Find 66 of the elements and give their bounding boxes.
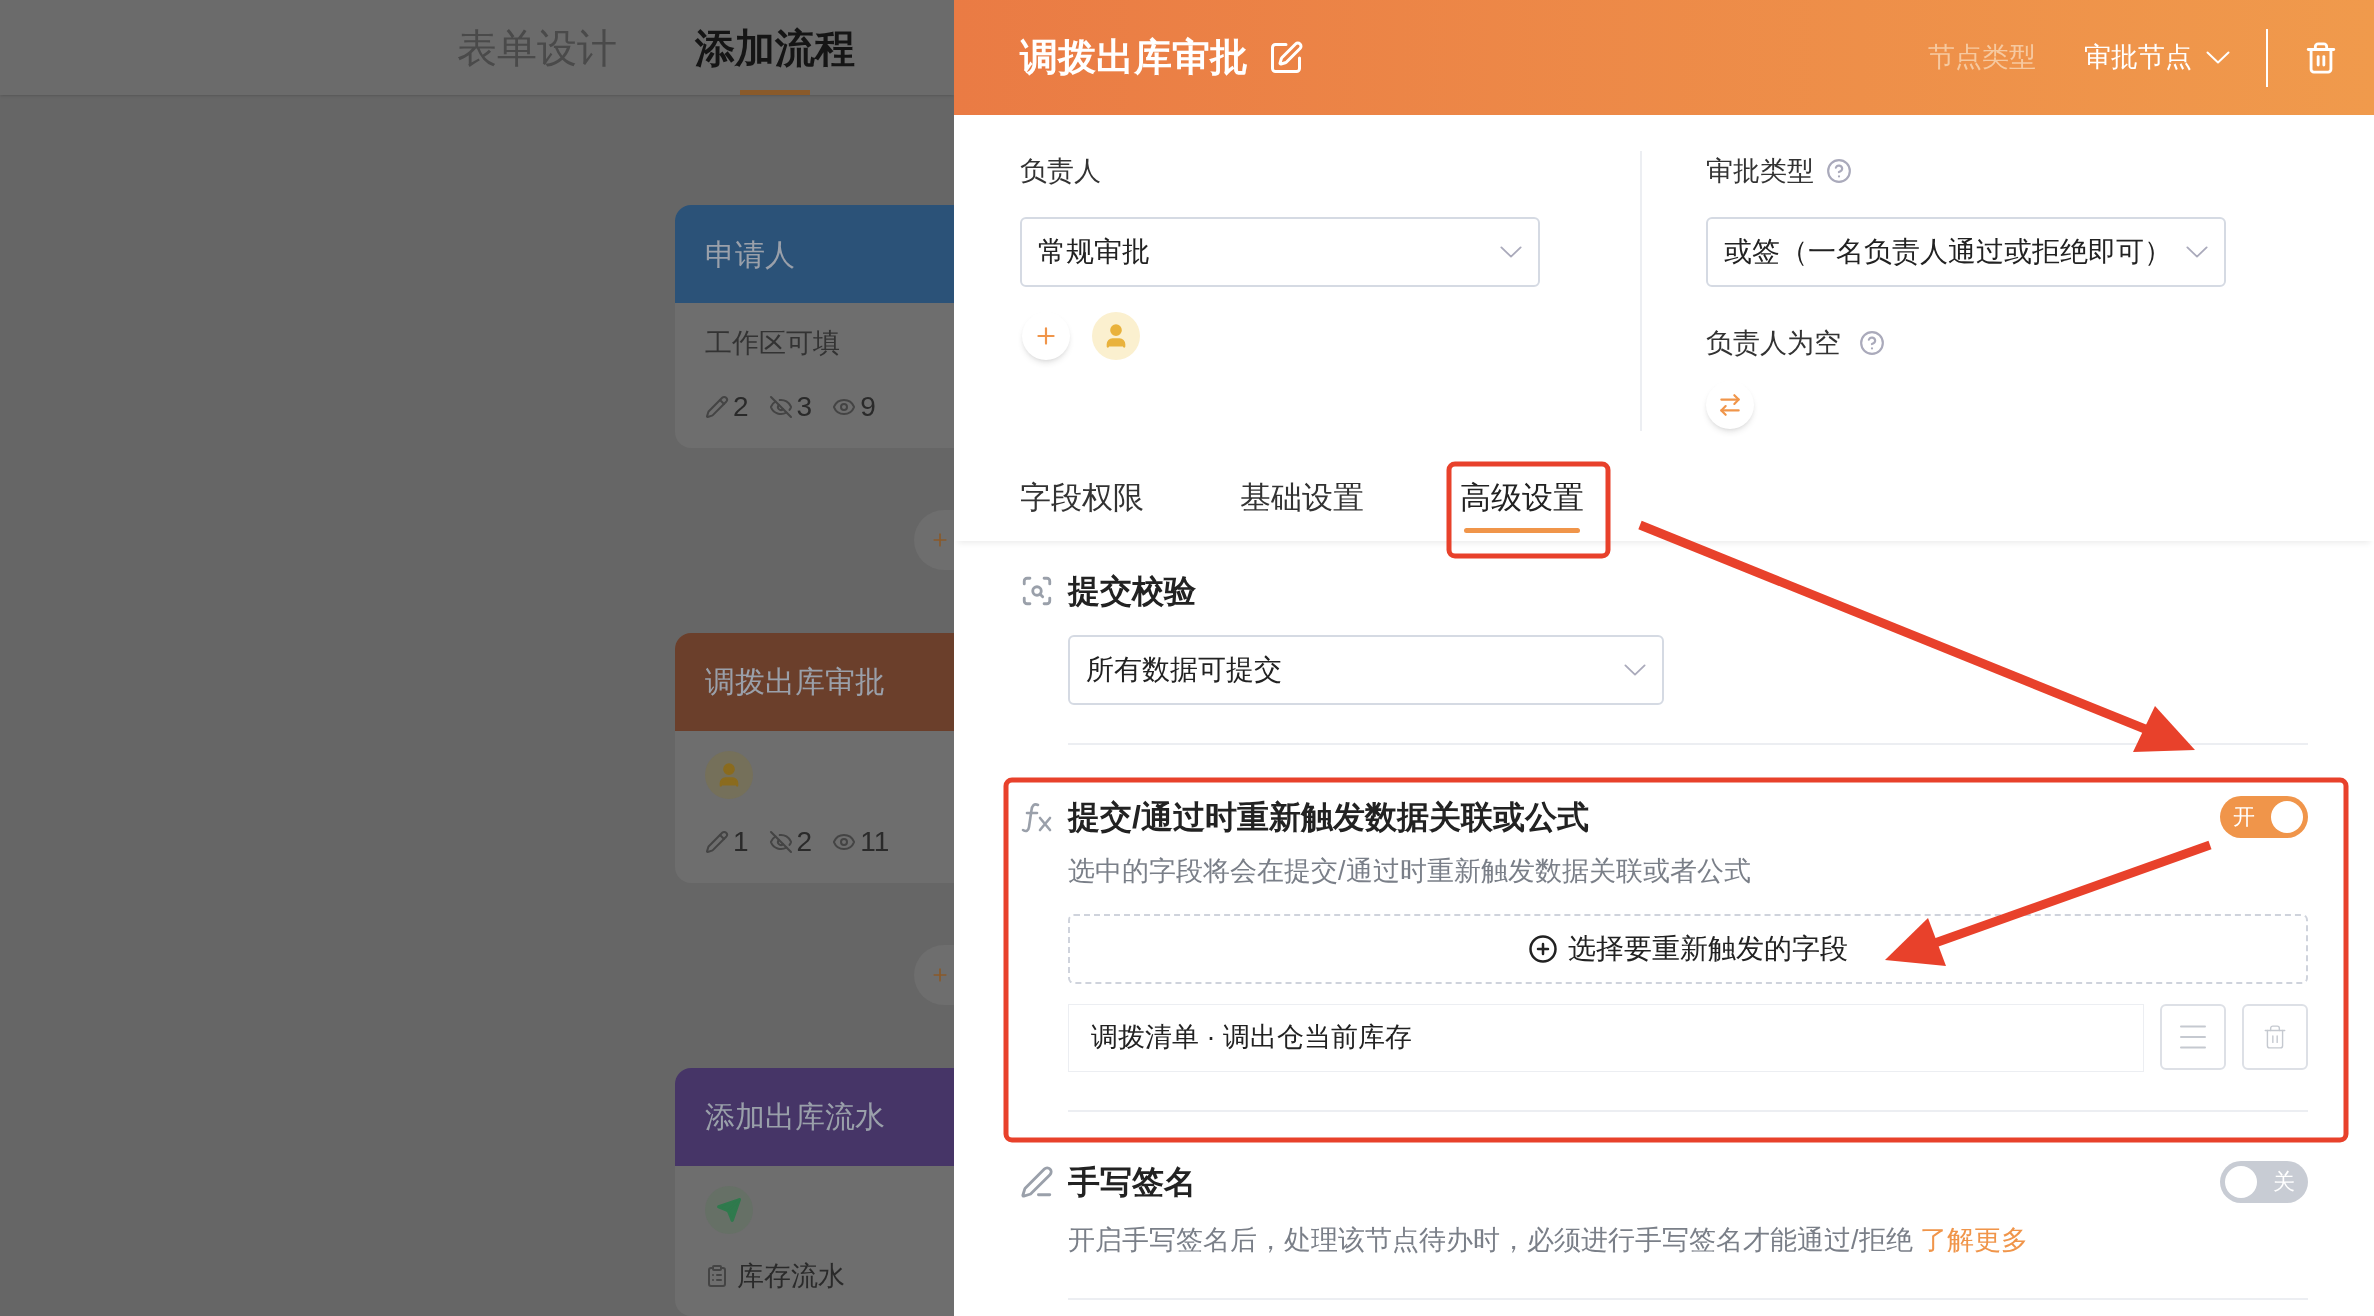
submit-check-select[interactable]: 所有数据可提交	[1068, 635, 1664, 705]
check-icon	[1020, 574, 1054, 608]
node-item: 库存流水	[737, 1259, 845, 1293]
signature-icon	[1020, 1164, 1054, 1199]
field-label: 负责人为空	[1706, 326, 1841, 360]
pencil-icon	[705, 829, 729, 854]
function-icon	[1020, 800, 1054, 834]
section-title: 手写签名	[1068, 1162, 1196, 1202]
select-value: 或签（一名负责人通过或拒绝即可）	[1724, 234, 2172, 269]
toggle-switch[interactable]: 开	[2220, 796, 2308, 838]
chevron-icon	[2186, 245, 2208, 258]
field-item: 调拨清单 · 调出仓当前库存	[1068, 1003, 2144, 1072]
add-node-button[interactable]	[914, 945, 954, 1005]
panel-title: 调拨出库审批	[1020, 35, 1248, 80]
help-icon[interactable]	[1826, 158, 1852, 185]
node-title: 添加出库流水	[705, 1099, 885, 1135]
approval-type-select[interactable]: 或签（一名负责人通过或拒绝即可）	[1706, 216, 2226, 287]
eye-off-icon	[768, 829, 793, 854]
settings-tab[interactable]: 基础设置	[1240, 455, 1364, 541]
section-title: 提交/通过时重新触发数据关联或公式	[1068, 798, 1589, 837]
field-label: 负责人	[1020, 155, 1102, 188]
pencil-icon	[705, 394, 729, 419]
drag-handle-button[interactable]	[2160, 1003, 2226, 1070]
settings-tab[interactable]: 高级设置	[1460, 455, 1584, 541]
add-node-button[interactable]	[914, 510, 954, 570]
clipboard-icon	[705, 1263, 729, 1288]
stat-count: 3	[796, 389, 813, 424]
trash-icon	[2262, 1023, 2288, 1050]
node-type-dropdown[interactable]: 审批节点	[2084, 37, 2230, 78]
node-title: 申请人	[705, 236, 795, 273]
add-icon	[1528, 933, 1558, 964]
select-value: 所有数据可提交	[1086, 653, 1282, 687]
delete-icon[interactable]	[2304, 40, 2338, 75]
chevron-icon	[1500, 245, 1522, 258]
stat-count: 1	[733, 824, 749, 859]
swap-icon	[1717, 392, 1743, 418]
field-label: 审批类型	[1706, 155, 1814, 188]
settings-tab[interactable]: 字段权限	[1020, 455, 1144, 541]
select-value: 常规审批	[1038, 234, 1150, 269]
add-assignee-button[interactable]	[1022, 311, 1070, 360]
swap-button[interactable]	[1706, 381, 1754, 429]
avatar-icon	[1092, 311, 1140, 360]
stat-count: 9	[860, 389, 876, 424]
stat-count: 11	[860, 824, 890, 859]
top-tab[interactable]: 添加流程	[695, 0, 855, 95]
chevron-icon	[1624, 664, 1646, 676]
learn-more-link[interactable]: 了解更多	[1920, 1224, 2029, 1255]
chevron-icon	[2206, 51, 2230, 64]
eye-off-icon	[768, 394, 793, 419]
avatar-icon	[705, 750, 753, 799]
flow-node-card[interactable]: 申请人 工作区可填 2 3 9	[675, 205, 954, 448]
send-icon	[705, 1185, 753, 1234]
flow-node-card[interactable]: 添加出库流水 库存流水	[675, 1067, 954, 1316]
delete-button[interactable]	[2242, 1003, 2308, 1070]
stat-count: 2	[733, 389, 749, 424]
edit-icon[interactable]	[1268, 39, 1304, 76]
help-icon[interactable]	[1859, 329, 1885, 356]
node-subtitle: 工作区可填	[705, 327, 841, 360]
assignee-select[interactable]: 常规审批	[1020, 216, 1540, 287]
node-title: 调拨出库审批	[705, 664, 885, 700]
node-type-label: 节点类型	[1928, 41, 2036, 75]
section-description: 选中的字段将会在提交/通过时重新触发数据关联或者公式	[1068, 855, 1752, 888]
stat-count: 2	[796, 824, 813, 859]
section-title: 提交校验	[1068, 572, 1196, 611]
section-description: 开启手写签名后，处理该节点待办时，必须进行手写签名才能通过/拒绝 了解更多	[1068, 1223, 2030, 1257]
flow-node-card[interactable]: 调拨出库审批 1 2 11	[675, 632, 954, 883]
